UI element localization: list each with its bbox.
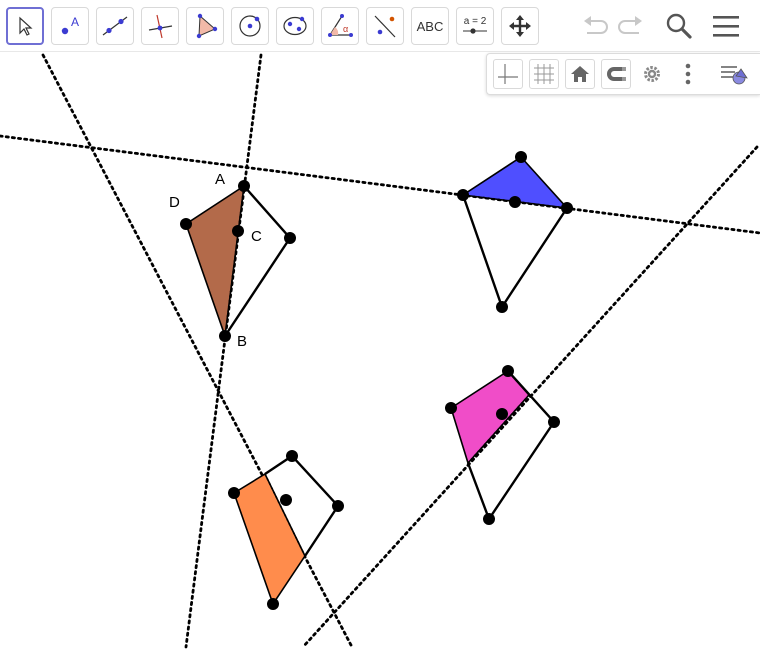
quadrilateral-orange[interactable]	[228, 450, 344, 610]
settings-gear-icon	[644, 66, 660, 82]
settings-button[interactable]	[637, 59, 667, 89]
vertex-point[interactable]	[483, 513, 495, 525]
dotted-line[interactable]	[0, 134, 760, 235]
vertex-point[interactable]	[548, 416, 560, 428]
grid-icon	[534, 64, 554, 84]
vertex-point[interactable]	[496, 408, 508, 420]
more-options-button[interactable]	[673, 59, 703, 89]
snap-magnet-icon	[607, 67, 626, 81]
vertex-point[interactable]	[561, 202, 573, 214]
more-vertical-icon	[685, 63, 691, 85]
point-a[interactable]	[238, 180, 250, 192]
home-view-button[interactable]	[565, 59, 595, 89]
label-a: A	[215, 171, 225, 188]
label-d: D	[169, 194, 180, 211]
point-b[interactable]	[219, 330, 231, 342]
vertex-point[interactable]	[509, 196, 521, 208]
quadrilateral-blue[interactable]	[457, 151, 573, 313]
graphics-view[interactable]: A D C B	[0, 0, 760, 649]
axes-toggle-button[interactable]	[493, 59, 523, 89]
vertex-point[interactable]	[502, 365, 514, 377]
vertex-point[interactable]	[515, 151, 527, 163]
vertex-point[interactable]	[286, 450, 298, 462]
vertex-point[interactable]	[332, 500, 344, 512]
label-c: C	[251, 228, 262, 245]
home-icon	[571, 66, 589, 82]
snap-button[interactable]	[601, 59, 631, 89]
point-c-vertex[interactable]	[284, 232, 296, 244]
vertex-point[interactable]	[280, 494, 292, 506]
quadrilateral-abcd[interactable]: A D C B	[169, 171, 296, 350]
point-d[interactable]	[180, 218, 192, 230]
vertex-point[interactable]	[228, 487, 240, 499]
quadrilateral-magenta[interactable]	[445, 365, 560, 525]
axes-icon	[498, 64, 518, 84]
graphics-style-bar	[486, 53, 760, 95]
label-b: B	[237, 333, 247, 350]
vertex-point[interactable]	[267, 598, 279, 610]
style-bar-toggle-icon	[721, 66, 748, 85]
vertex-point[interactable]	[445, 402, 457, 414]
vertex-point[interactable]	[457, 189, 469, 201]
style-bar-toggle-button[interactable]	[719, 59, 749, 89]
point-c[interactable]	[232, 225, 244, 237]
grid-toggle-button[interactable]	[529, 59, 559, 89]
vertex-point[interactable]	[496, 301, 508, 313]
